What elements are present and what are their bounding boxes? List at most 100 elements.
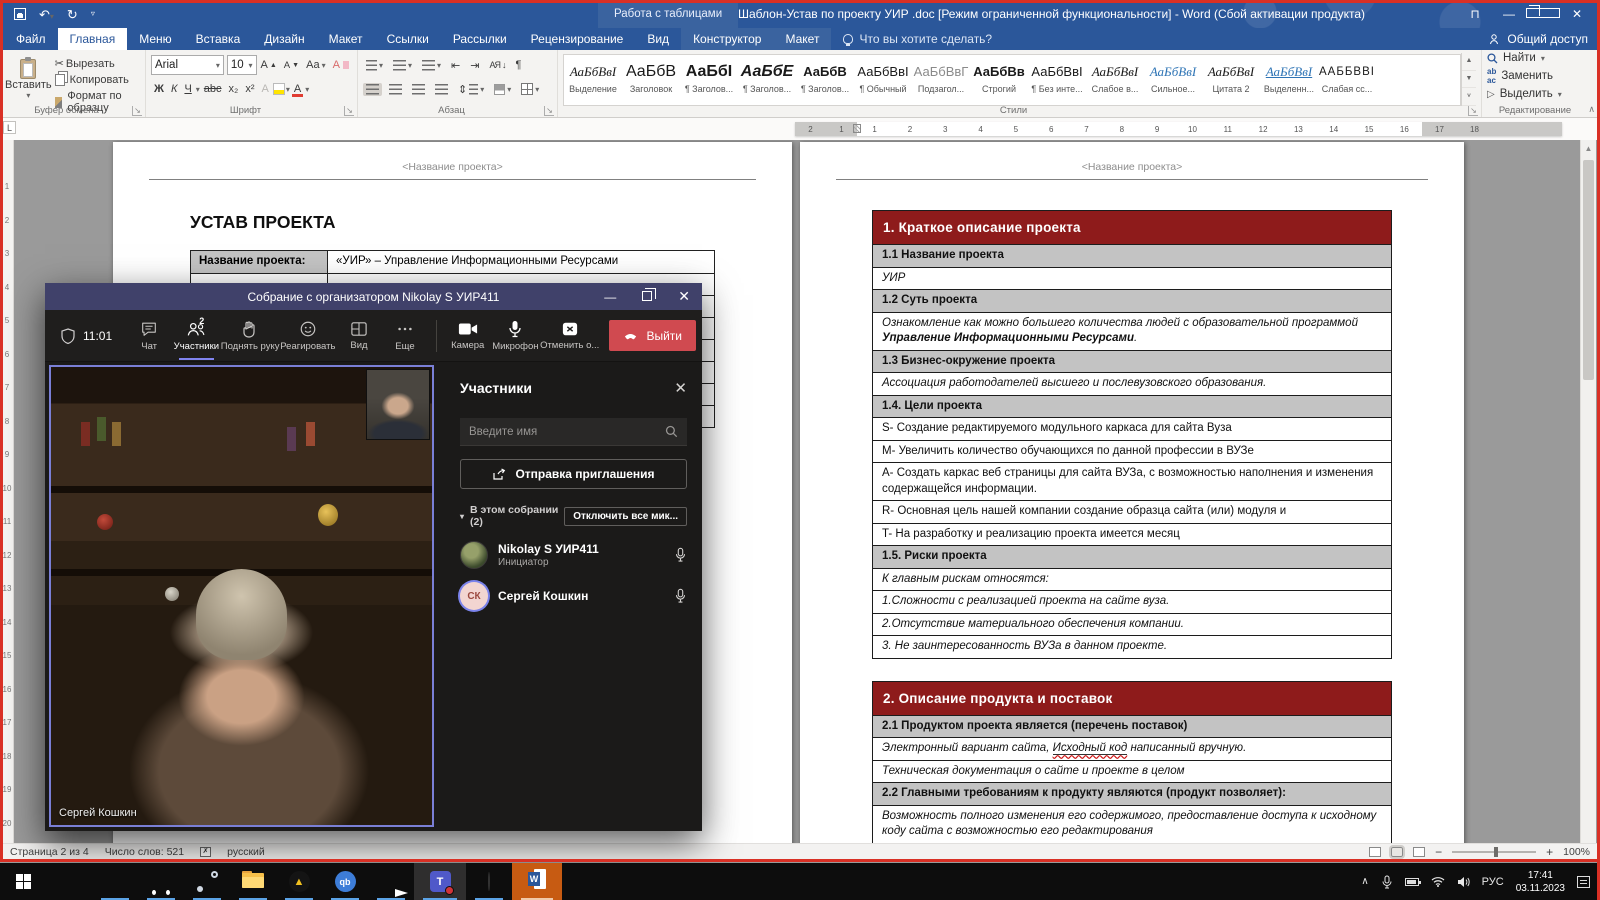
taskbar-teams-button[interactable]: T	[414, 863, 466, 900]
search-input[interactable]	[469, 426, 665, 438]
teams-close-button[interactable]: ✕	[678, 288, 690, 305]
leave-meeting-button[interactable]: Выйти	[609, 320, 696, 351]
zoom-level[interactable]: 100%	[1563, 846, 1590, 858]
teams-toolbar-people-button[interactable]: 2Участники	[172, 311, 220, 361]
minimize-button[interactable]: —	[1492, 7, 1526, 21]
language-indicator[interactable]: русский	[227, 846, 265, 858]
style-item[interactable]: АаБбВвІСлабое в...	[1086, 55, 1144, 105]
self-view-video-thumbnail[interactable]	[366, 369, 430, 440]
proofing-errors-icon[interactable]: ✗	[200, 847, 211, 857]
multilevel-list-button[interactable]: ▾	[419, 59, 444, 72]
font-color-button[interactable]: А	[291, 82, 304, 97]
horizontal-ruler[interactable]: 21123456789101112131415161718	[795, 122, 1562, 136]
table-row[interactable]: 1.5. Риски проекта	[873, 545, 1391, 568]
scrollbar-thumb[interactable]	[1583, 160, 1594, 380]
table-row[interactable]: УИР	[873, 267, 1391, 290]
styles-more-button[interactable]: ⩛	[1462, 88, 1476, 106]
action-center-icon[interactable]	[1577, 876, 1590, 888]
mute-all-button[interactable]: Отключить все мик...	[564, 507, 687, 526]
sort-button[interactable]: АЯ↓	[486, 59, 508, 71]
clear-formatting-button[interactable]: А	[330, 58, 352, 72]
teams-toolbar-hand-button[interactable]: Поднять руку	[221, 311, 280, 361]
font-name-combo[interactable]: Arial▾	[151, 55, 224, 75]
charter-table[interactable]: 2. Описание продукта и поставок2.1 Проду…	[872, 681, 1392, 843]
cut-button[interactable]: ✂ Вырезать	[52, 56, 140, 71]
zoom-out-button[interactable]: −	[1435, 845, 1442, 859]
speaker-icon[interactable]	[1457, 876, 1470, 888]
ribbon-tab-главная[interactable]: Главная	[58, 28, 128, 50]
highlight-color-button[interactable]	[273, 83, 285, 95]
taskbar-telegram-button[interactable]	[368, 863, 414, 900]
taskbar-aida-button[interactable]: ▲	[276, 863, 322, 900]
style-item[interactable]: АаБбВЗаголовок	[622, 55, 680, 105]
table-row[interactable]: 1.4. Цели проекта	[873, 395, 1391, 418]
start-button[interactable]	[0, 863, 46, 900]
table-row[interactable]: 2.Отсутствие материального обеспечения к…	[873, 613, 1391, 636]
superscript-button[interactable]: х²	[242, 82, 257, 96]
show-marks-button[interactable]: ¶	[513, 58, 525, 72]
font-size-combo[interactable]: 10▾	[227, 55, 257, 75]
subscript-button[interactable]: х₂	[226, 82, 242, 96]
charter-table[interactable]: 1. Краткое описание проекта1.1 Название …	[872, 210, 1392, 659]
table-row[interactable]: R- Основная цель нашей компании создание…	[873, 500, 1391, 523]
teams-toolbar-view-button[interactable]: Вид	[336, 311, 382, 361]
table-row[interactable]: Возможность полного изменения его содерж…	[873, 805, 1391, 843]
change-case-button[interactable]: Аа▾	[303, 58, 329, 72]
borders-button[interactable]: ▾	[518, 82, 542, 96]
shrink-font-button[interactable]: А▼	[281, 59, 302, 72]
align-right-button[interactable]	[409, 83, 428, 96]
taskbar-chrome-button[interactable]	[92, 863, 138, 900]
teams-toolbar-chat-button[interactable]: Чат	[126, 311, 172, 361]
microphone-tray-icon[interactable]	[1381, 875, 1393, 889]
teams-toolbar-more-button[interactable]: Еще	[382, 311, 428, 361]
styles-scroll-down[interactable]: ▼	[1462, 71, 1476, 89]
table-row[interactable]: Электронный вариант сайта, Исходный код …	[873, 737, 1391, 760]
send-invite-button[interactable]: Отправка приглашения	[460, 459, 687, 489]
ribbon-tab-вставка[interactable]: Вставка	[184, 28, 253, 50]
teams-minimize-button[interactable]: —	[604, 290, 616, 304]
table-row[interactable]: T- На разработку и реализацию проекта им…	[873, 523, 1391, 546]
taskbar-system-app-button[interactable]	[46, 863, 92, 900]
collapse-ribbon-button[interactable]: ∧	[1588, 104, 1595, 115]
style-item[interactable]: АаБбЕ¶ Заголов...	[738, 55, 796, 105]
tab-stop-selector[interactable]: L	[3, 121, 16, 134]
table-row[interactable]: A- Создать каркас веб страницы для сайта…	[873, 462, 1391, 500]
table-row[interactable]: Название проекта:«УИР» – Управление Инфо…	[191, 251, 714, 273]
hidden-icons-chevron[interactable]: ∧	[1361, 876, 1368, 887]
tell-me-box[interactable]: Что вы хотите сделать?	[831, 28, 1004, 50]
table-row[interactable]: 2.1 Продуктом проекта является (перечень…	[873, 715, 1391, 738]
style-item[interactable]: АаБбВвІ¶ Без инте...	[1028, 55, 1086, 105]
web-layout-button[interactable]	[1413, 847, 1425, 857]
participant-row[interactable]: СКСергей Кошкин	[460, 582, 687, 610]
table-row[interactable]: S- Создание редактируемого модульного ка…	[873, 417, 1391, 440]
style-item[interactable]: АаБбВ¶ Заголов...	[796, 55, 854, 105]
zoom-in-button[interactable]: +	[1546, 845, 1553, 859]
align-left-button[interactable]	[363, 83, 382, 96]
ribbon-tab-макет[interactable]: Макет	[773, 28, 831, 50]
table-row[interactable]: Техническая документация о сайте и проек…	[873, 760, 1391, 783]
teams-restore-button[interactable]	[642, 290, 652, 304]
font-dialog-launcher[interactable]: ↘	[344, 106, 354, 116]
table-row[interactable]: 3. Не заинтересованность ВУЗа в данном п…	[873, 635, 1391, 658]
teams-toolbar-share-stop-button[interactable]: Отменить о...	[540, 311, 600, 361]
bold-button[interactable]: Ж	[151, 82, 167, 96]
style-item[interactable]: АаБбВвІВыделение	[564, 55, 622, 105]
clock[interactable]: 17:41 03.11.2023	[1516, 869, 1565, 895]
table-row[interactable]: 1.3 Бизнес-окружение проекта	[873, 350, 1391, 373]
style-item[interactable]: АаБбВвІВыделенн...	[1260, 55, 1318, 105]
taskbar-word-button[interactable]: W	[512, 863, 562, 900]
table-row[interactable]: 2.2 Главными требованиям к продукту явля…	[873, 782, 1391, 805]
customize-qat-button[interactable]: ▿	[91, 10, 95, 18]
ribbon-tab-ссылки[interactable]: Ссылки	[375, 28, 441, 50]
table-row[interactable]: 1.Сложности с реализацией проекта на сай…	[873, 590, 1391, 613]
style-item[interactable]: АаБбВвІ¶ Обычный	[854, 55, 912, 105]
participant-search-box[interactable]	[460, 418, 687, 446]
style-item[interactable]: АаБбВвІЦитата 2	[1202, 55, 1260, 105]
ribbon-tab-рецензирование[interactable]: Рецензирование	[519, 28, 636, 50]
decrease-indent-button[interactable]: ⇤	[448, 58, 463, 73]
ribbon-tab-файл[interactable]: Файл	[4, 28, 58, 50]
increase-indent-button[interactable]: ⇥	[467, 58, 482, 73]
teams-toolbar-mic-button[interactable]: Микрофон	[491, 311, 540, 361]
restore-button[interactable]	[1526, 7, 1560, 21]
strikethrough-button[interactable]: abc	[201, 82, 225, 96]
